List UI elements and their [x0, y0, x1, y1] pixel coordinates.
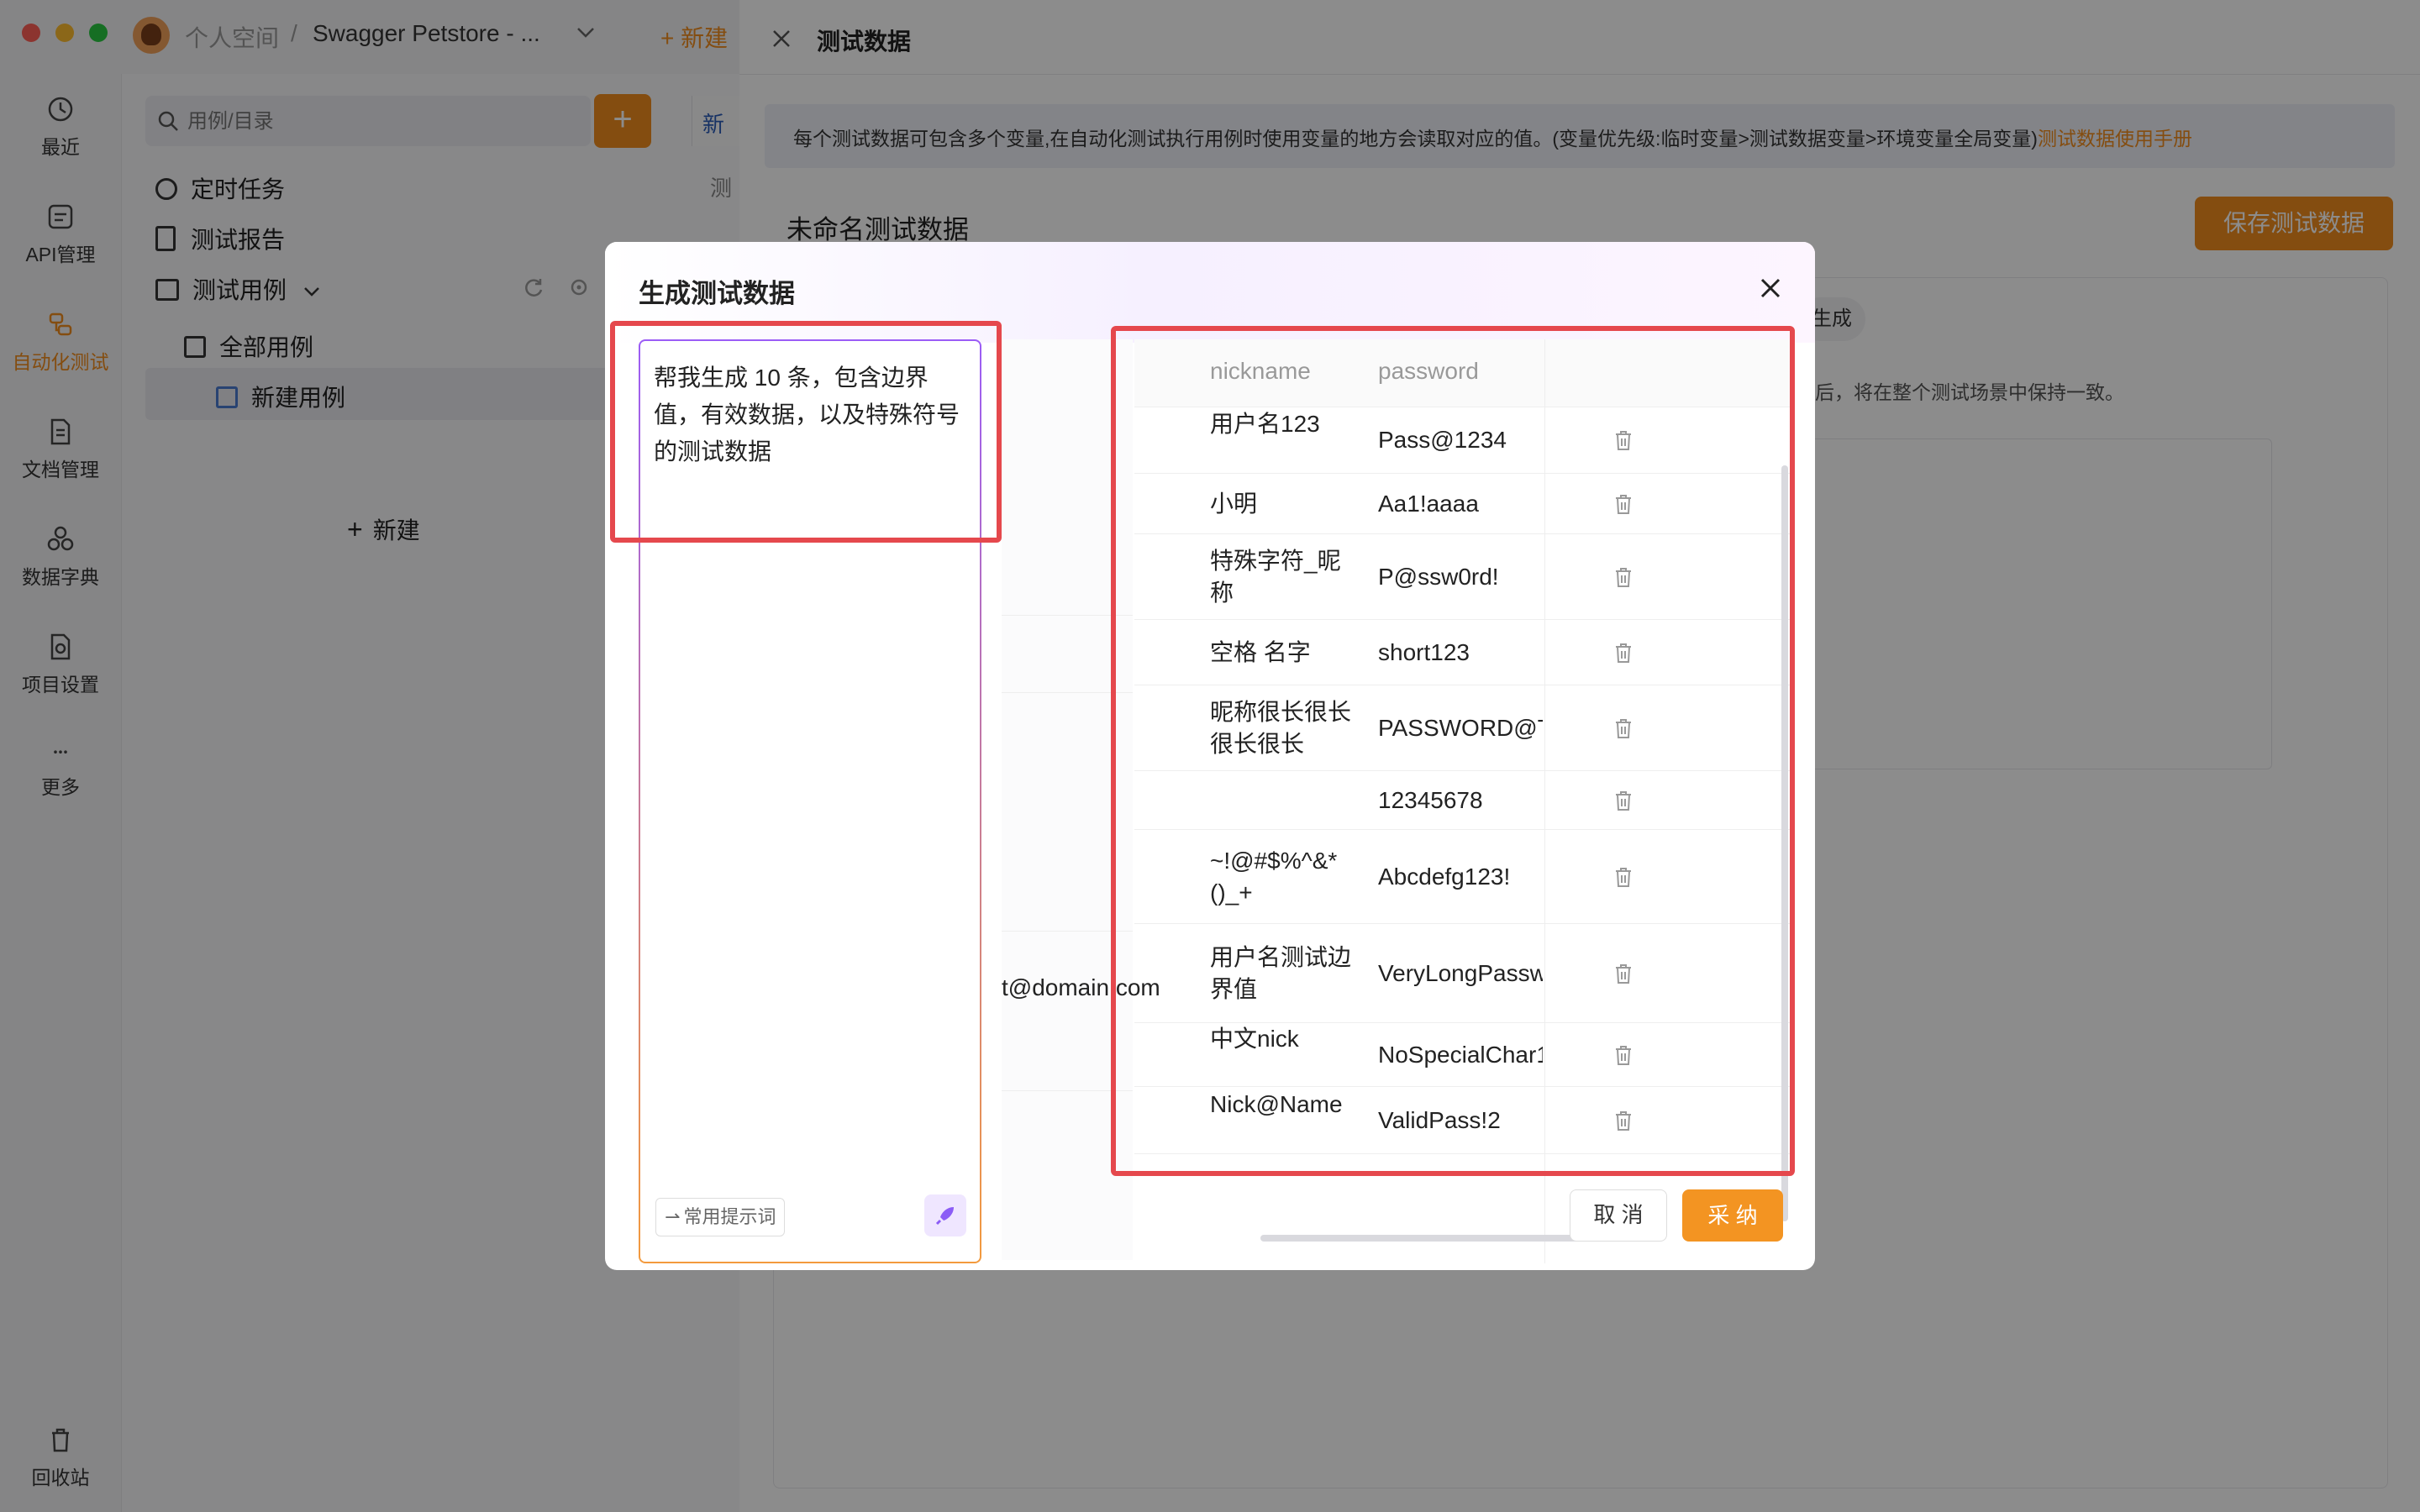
- highlight-results-box: [1111, 326, 1795, 1176]
- horizontal-scrollbar[interactable]: [1260, 1235, 1597, 1242]
- rocket-icon: [934, 1204, 957, 1227]
- common-prompts-button[interactable]: ⇀常用提示词: [655, 1198, 785, 1236]
- modal-title: 生成测试数据: [639, 272, 795, 310]
- accept-button[interactable]: 采 纳: [1682, 1189, 1783, 1242]
- prompt-chip-label: 常用提示词: [683, 1206, 776, 1227]
- generate-test-data-modal: 生成测试数据 帮我生成 10 条，包含边界值，有效数据，以及特殊符号的测试数据 …: [605, 242, 1815, 1270]
- highlight-prompt-box: [610, 321, 1002, 543]
- prompt-icon: ⇀: [665, 1206, 680, 1227]
- cancel-button[interactable]: 取 消: [1570, 1189, 1667, 1242]
- send-button[interactable]: [924, 1194, 966, 1236]
- close-icon[interactable]: [1760, 277, 1781, 299]
